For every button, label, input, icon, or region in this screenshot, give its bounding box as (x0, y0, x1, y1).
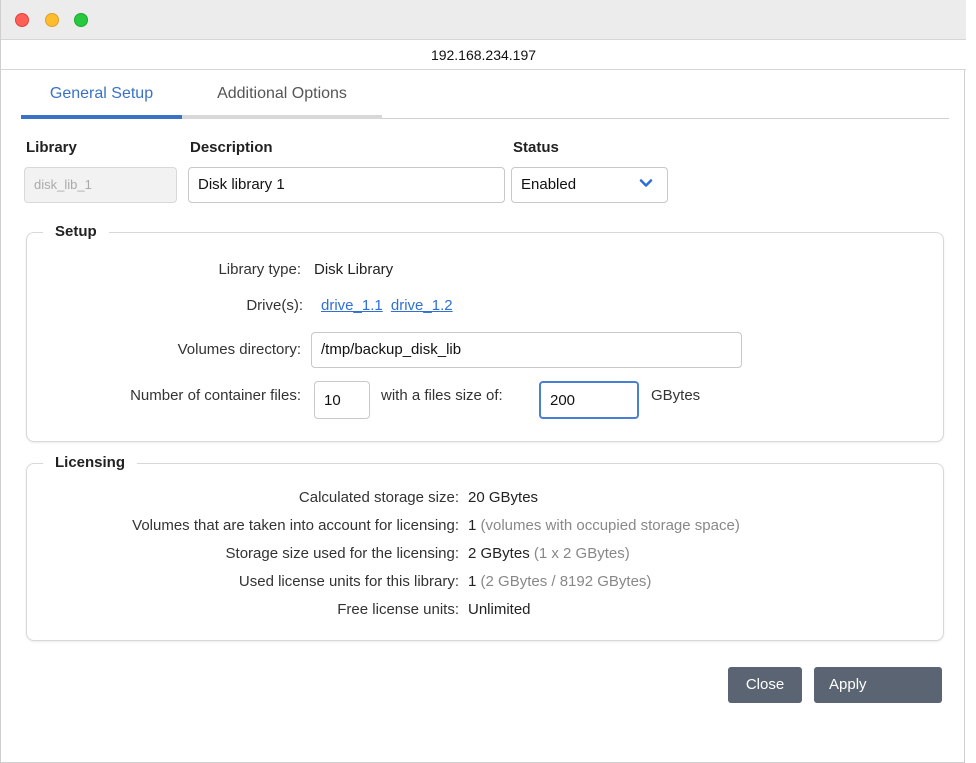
dialog-window: 192.168.234.197 General Setup Additional… (0, 0, 966, 763)
library-name-field: disk_lib_1 (24, 167, 177, 203)
container-files-label: Number of container files: (130, 387, 301, 404)
licensing-row-label: Volumes that are taken into account for … (132, 517, 459, 534)
container-files-field[interactable]: 10 (314, 381, 370, 419)
licensing-row-label: Storage size used for the licensing: (225, 545, 459, 562)
tab-additional-options[interactable]: Additional Options (182, 75, 382, 119)
volumes-directory-label: Volumes directory: (177, 341, 301, 358)
tab-general-setup[interactable]: General Setup (21, 75, 182, 119)
licensing-row-value: 1 (volumes with occupied storage space) (468, 517, 740, 534)
setup-legend: Setup (43, 223, 109, 240)
licensing-value: 20 GBytes (468, 489, 539, 506)
library-label: Library (26, 139, 77, 156)
drives-label: Drive(s): (246, 297, 303, 314)
licensing-note: (1 x 2 GBytes) (533, 545, 630, 562)
drives-list: drive_1.1 drive_1.2 (321, 297, 453, 314)
licensing-legend: Licensing (43, 454, 138, 471)
address-bar: 192.168.234.197 (1, 40, 966, 70)
licensing-note: (2 GBytes / 8192 GBytes) (480, 573, 652, 590)
licensing-note: (volumes with occupied storage space) (480, 517, 740, 534)
licensing-row-label: Used license units for this library: (238, 573, 459, 590)
licensing-row-label: Calculated storage size: (298, 489, 459, 506)
window-close-button[interactable] (15, 13, 29, 27)
licensing-row-label: Free license units: (337, 601, 459, 618)
volumes-directory-field[interactable]: /tmp/backup_disk_lib (311, 332, 742, 368)
licensing-row-value: 20 GBytes (468, 489, 538, 506)
licensing-row-value: Unlimited (468, 601, 531, 618)
description-field[interactable]: Disk library 1 (188, 167, 505, 203)
library-type-label: Library type: (218, 261, 301, 278)
file-size-unit: GBytes (651, 387, 701, 404)
chevron-down-icon (639, 179, 653, 187)
tab-bar: General Setup Additional Options (21, 75, 949, 119)
drive-link[interactable]: drive_1.1 (321, 297, 383, 314)
apply-button[interactable]: Apply (814, 667, 942, 703)
licensing-value: 1 (468, 517, 477, 534)
file-size-label: with a files size of: (381, 387, 503, 404)
library-type-value: Disk Library (314, 261, 394, 278)
drive-link[interactable]: drive_1.2 (391, 297, 453, 314)
licensing-value: 1 (468, 573, 477, 590)
licensing-row-value: 2 GBytes (1 x 2 GBytes) (468, 545, 630, 562)
window-minimize-button[interactable] (45, 13, 59, 27)
file-size-field[interactable]: 200 (539, 381, 639, 419)
status-select-value: Enabled (521, 176, 577, 193)
licensing-row-value: 1 (2 GBytes / 8192 GBytes) (468, 573, 651, 590)
description-label: Description (190, 139, 273, 156)
licensing-value: 2 GBytes (468, 545, 530, 562)
window-maximize-button[interactable] (74, 13, 88, 27)
close-button[interactable]: Close (728, 667, 802, 703)
title-bar (1, 0, 966, 40)
status-label: Status (513, 139, 559, 156)
status-select[interactable]: Enabled (511, 167, 668, 203)
licensing-value: Unlimited (468, 601, 531, 618)
